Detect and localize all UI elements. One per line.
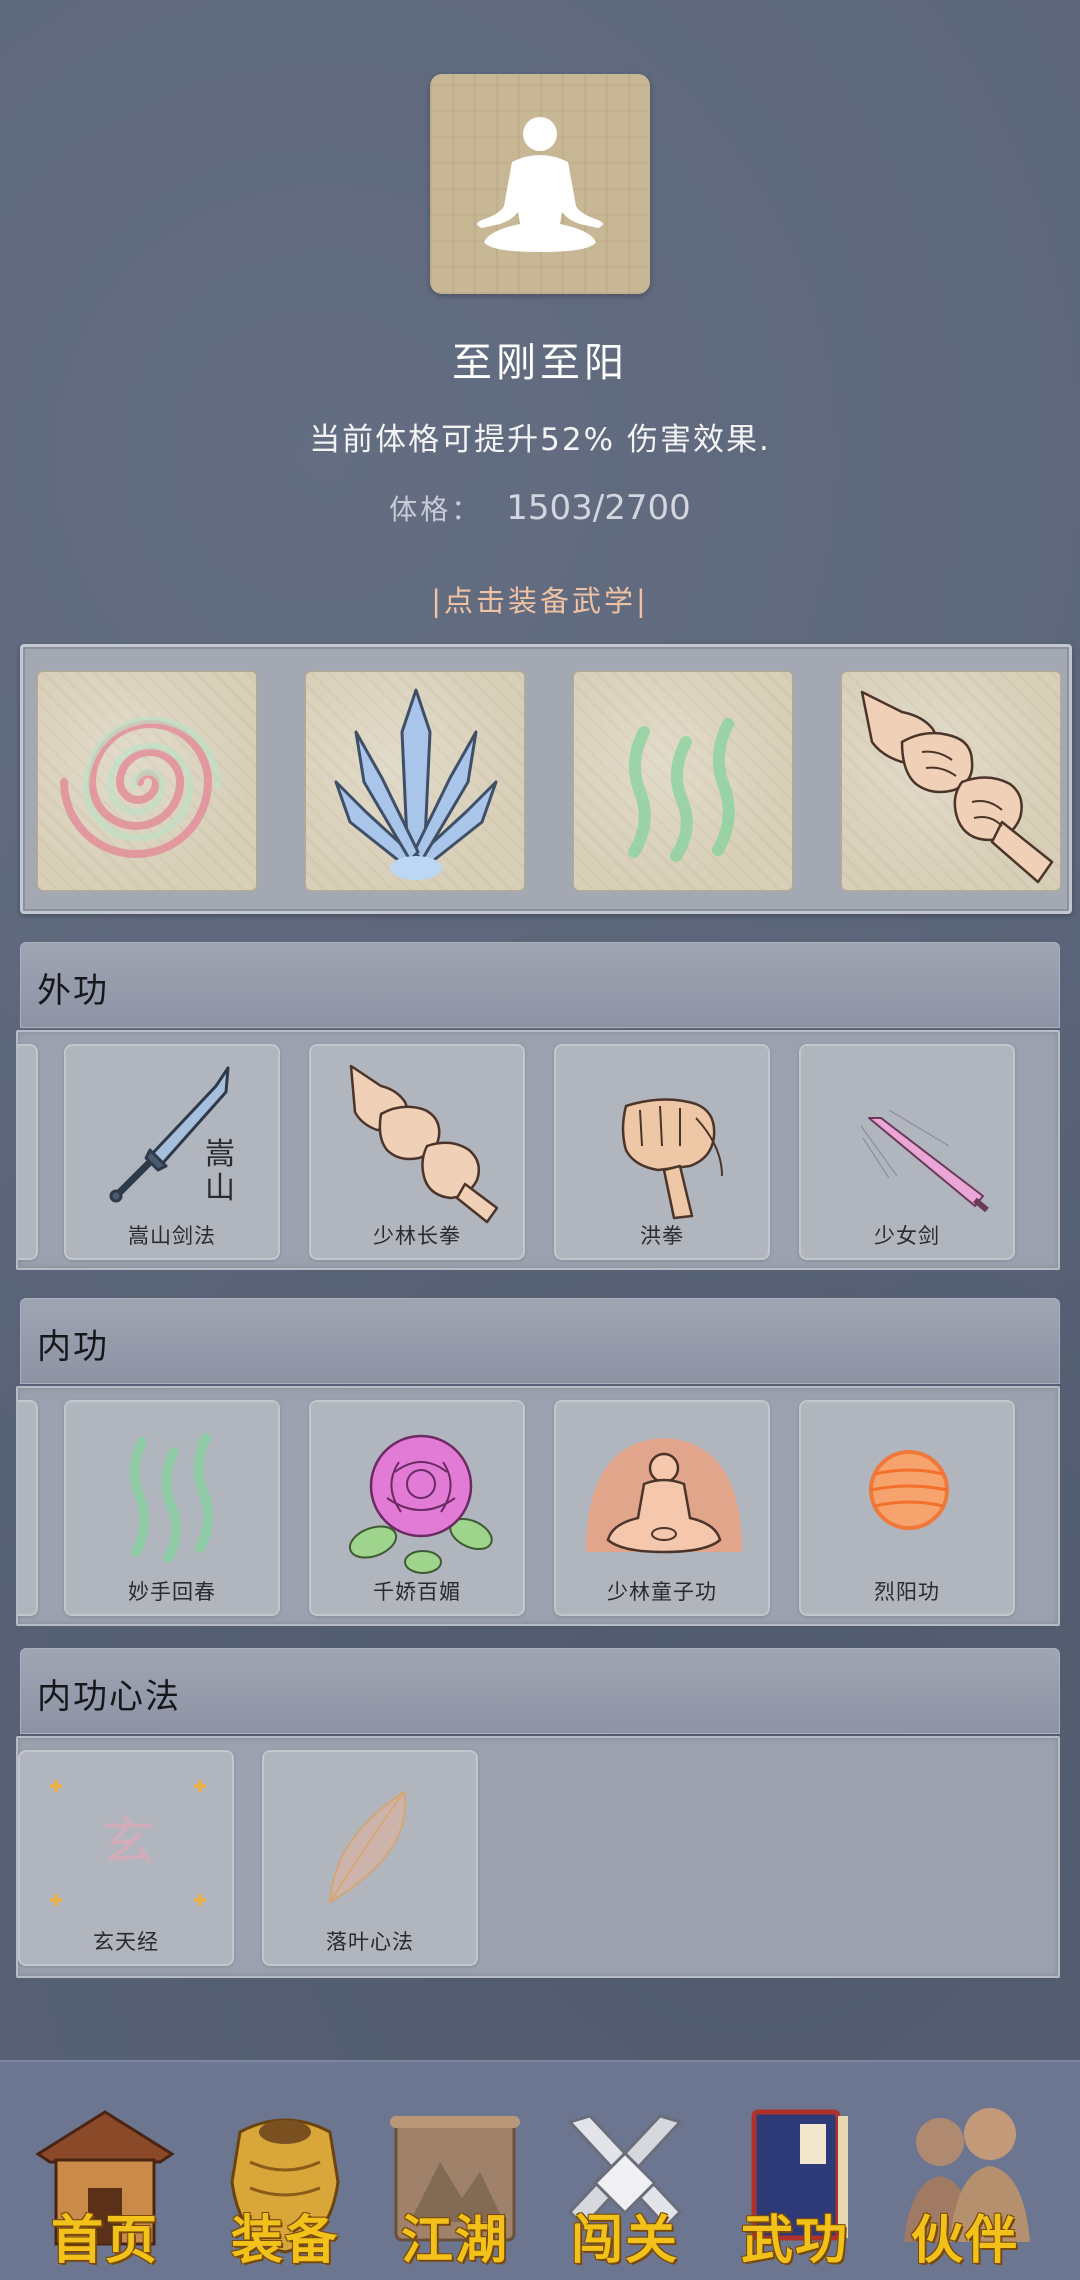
nav-label: 武功	[740, 2210, 849, 2271]
heart-method-header: 内功心法	[20, 1648, 1060, 1734]
internal-skill-card[interactable]: 烈阳功	[799, 1400, 1015, 1616]
nav-label: 江湖	[400, 2210, 509, 2271]
nav-companions[interactable]: 伙伴	[890, 2102, 1040, 2272]
external-skill-card[interactable]: 少林长拳	[309, 1044, 525, 1260]
external-skills-header: 外功	[20, 942, 1060, 1028]
external-skill-card-partial[interactable]	[18, 1044, 38, 1260]
skill-title: 至刚至阳	[452, 340, 628, 386]
internal-skill-card[interactable]: 妙手回春	[64, 1400, 280, 1616]
seal-glyph: 玄	[102, 1813, 154, 1873]
external-skill-card[interactable]: 洪拳	[554, 1044, 770, 1260]
bottom-nav: 首页 装备 江湖 闯关 武功 伙伴	[0, 2060, 1080, 2280]
equipped-skills-bar	[20, 644, 1072, 914]
skill-name: 千娇百媚	[373, 1580, 461, 1604]
internal-skill-card[interactable]: 千娇百媚	[309, 1400, 525, 1616]
nav-label: 伙伴	[910, 2210, 1019, 2271]
skill-name: 少林童子功	[607, 1580, 717, 1604]
external-skill-card[interactable]: 嵩 山 嵩山剑法	[64, 1044, 280, 1260]
skill-name: 少林长拳	[373, 1224, 461, 1248]
skill-name: 烈阳功	[874, 1580, 940, 1604]
nav-label: 首页	[50, 2210, 159, 2271]
equipped-slot-1[interactable]	[37, 671, 257, 891]
heart-method-card[interactable]: 落叶心法	[262, 1750, 478, 1966]
external-skills-title: 外功	[37, 971, 109, 1011]
skill-name: 落叶心法	[326, 1930, 414, 1954]
qi-waves-icon	[628, 718, 735, 862]
skill-description: 当前体格可提升52% 伤害效果.	[309, 422, 771, 458]
nav-challenge[interactable]: 闯关	[550, 2102, 700, 2272]
constitution-label: 体格：	[389, 493, 483, 526]
nav-equipment[interactable]: 装备	[210, 2102, 360, 2272]
heart-method-card[interactable]: 玄 玄天经	[18, 1750, 234, 1966]
nav-home[interactable]: 首页	[30, 2102, 180, 2272]
heart-method-list[interactable]: 玄 玄天经 落叶心法	[16, 1736, 1060, 1978]
external-skills-list[interactable]: 嵩 山 嵩山剑法 少林长拳 洪拳 少女剑	[16, 1030, 1060, 1270]
fists-icon	[860, 690, 1054, 884]
internal-skills-header: 内功	[20, 1298, 1060, 1384]
equipped-slot-3[interactable]	[573, 671, 793, 891]
skill-name: 玄天经	[93, 1930, 159, 1954]
equipped-slot-2[interactable]	[305, 671, 525, 891]
nav-label: 装备	[230, 2210, 339, 2271]
constitution-value: 1503/2700	[506, 488, 691, 528]
nav-label: 闯关	[570, 2210, 679, 2271]
spiral-icon	[60, 716, 222, 858]
external-skill-card[interactable]: 少女剑	[799, 1044, 1015, 1260]
equip-hint: |点击装备武学|	[431, 584, 649, 618]
blades-icon	[334, 688, 498, 880]
nav-martial-arts[interactable]: 武功	[720, 2102, 870, 2272]
skill-header: 至刚至阳 当前体格可提升52% 伤害效果. 体格： 1503/2700 |点击装备…	[0, 0, 1080, 640]
internal-skill-card-partial[interactable]	[18, 1400, 38, 1616]
equipped-slot-4[interactable]	[841, 671, 1061, 891]
internal-skills-list[interactable]: 妙手回春 千娇百媚 少林童子功 烈阳功	[16, 1386, 1060, 1626]
skill-name: 妙手回春	[128, 1580, 216, 1604]
meditation-avatar	[430, 74, 650, 294]
meditation-icon	[477, 117, 603, 252]
internal-skills-title: 内功	[37, 1327, 109, 1367]
heart-method-title: 内功心法	[37, 1677, 181, 1717]
skill-name: 少女剑	[874, 1224, 940, 1248]
internal-skill-card[interactable]: 少林童子功	[554, 1400, 770, 1616]
skill-name: 嵩山剑法	[128, 1224, 216, 1248]
seal-top-char: 嵩	[205, 1137, 235, 1172]
nav-jianghu[interactable]: 江湖	[380, 2102, 530, 2272]
seal-bottom-char: 山	[205, 1171, 235, 1206]
skill-name: 洪拳	[640, 1224, 684, 1248]
constitution-stat: 体格： 1503/2700	[0, 488, 1080, 528]
